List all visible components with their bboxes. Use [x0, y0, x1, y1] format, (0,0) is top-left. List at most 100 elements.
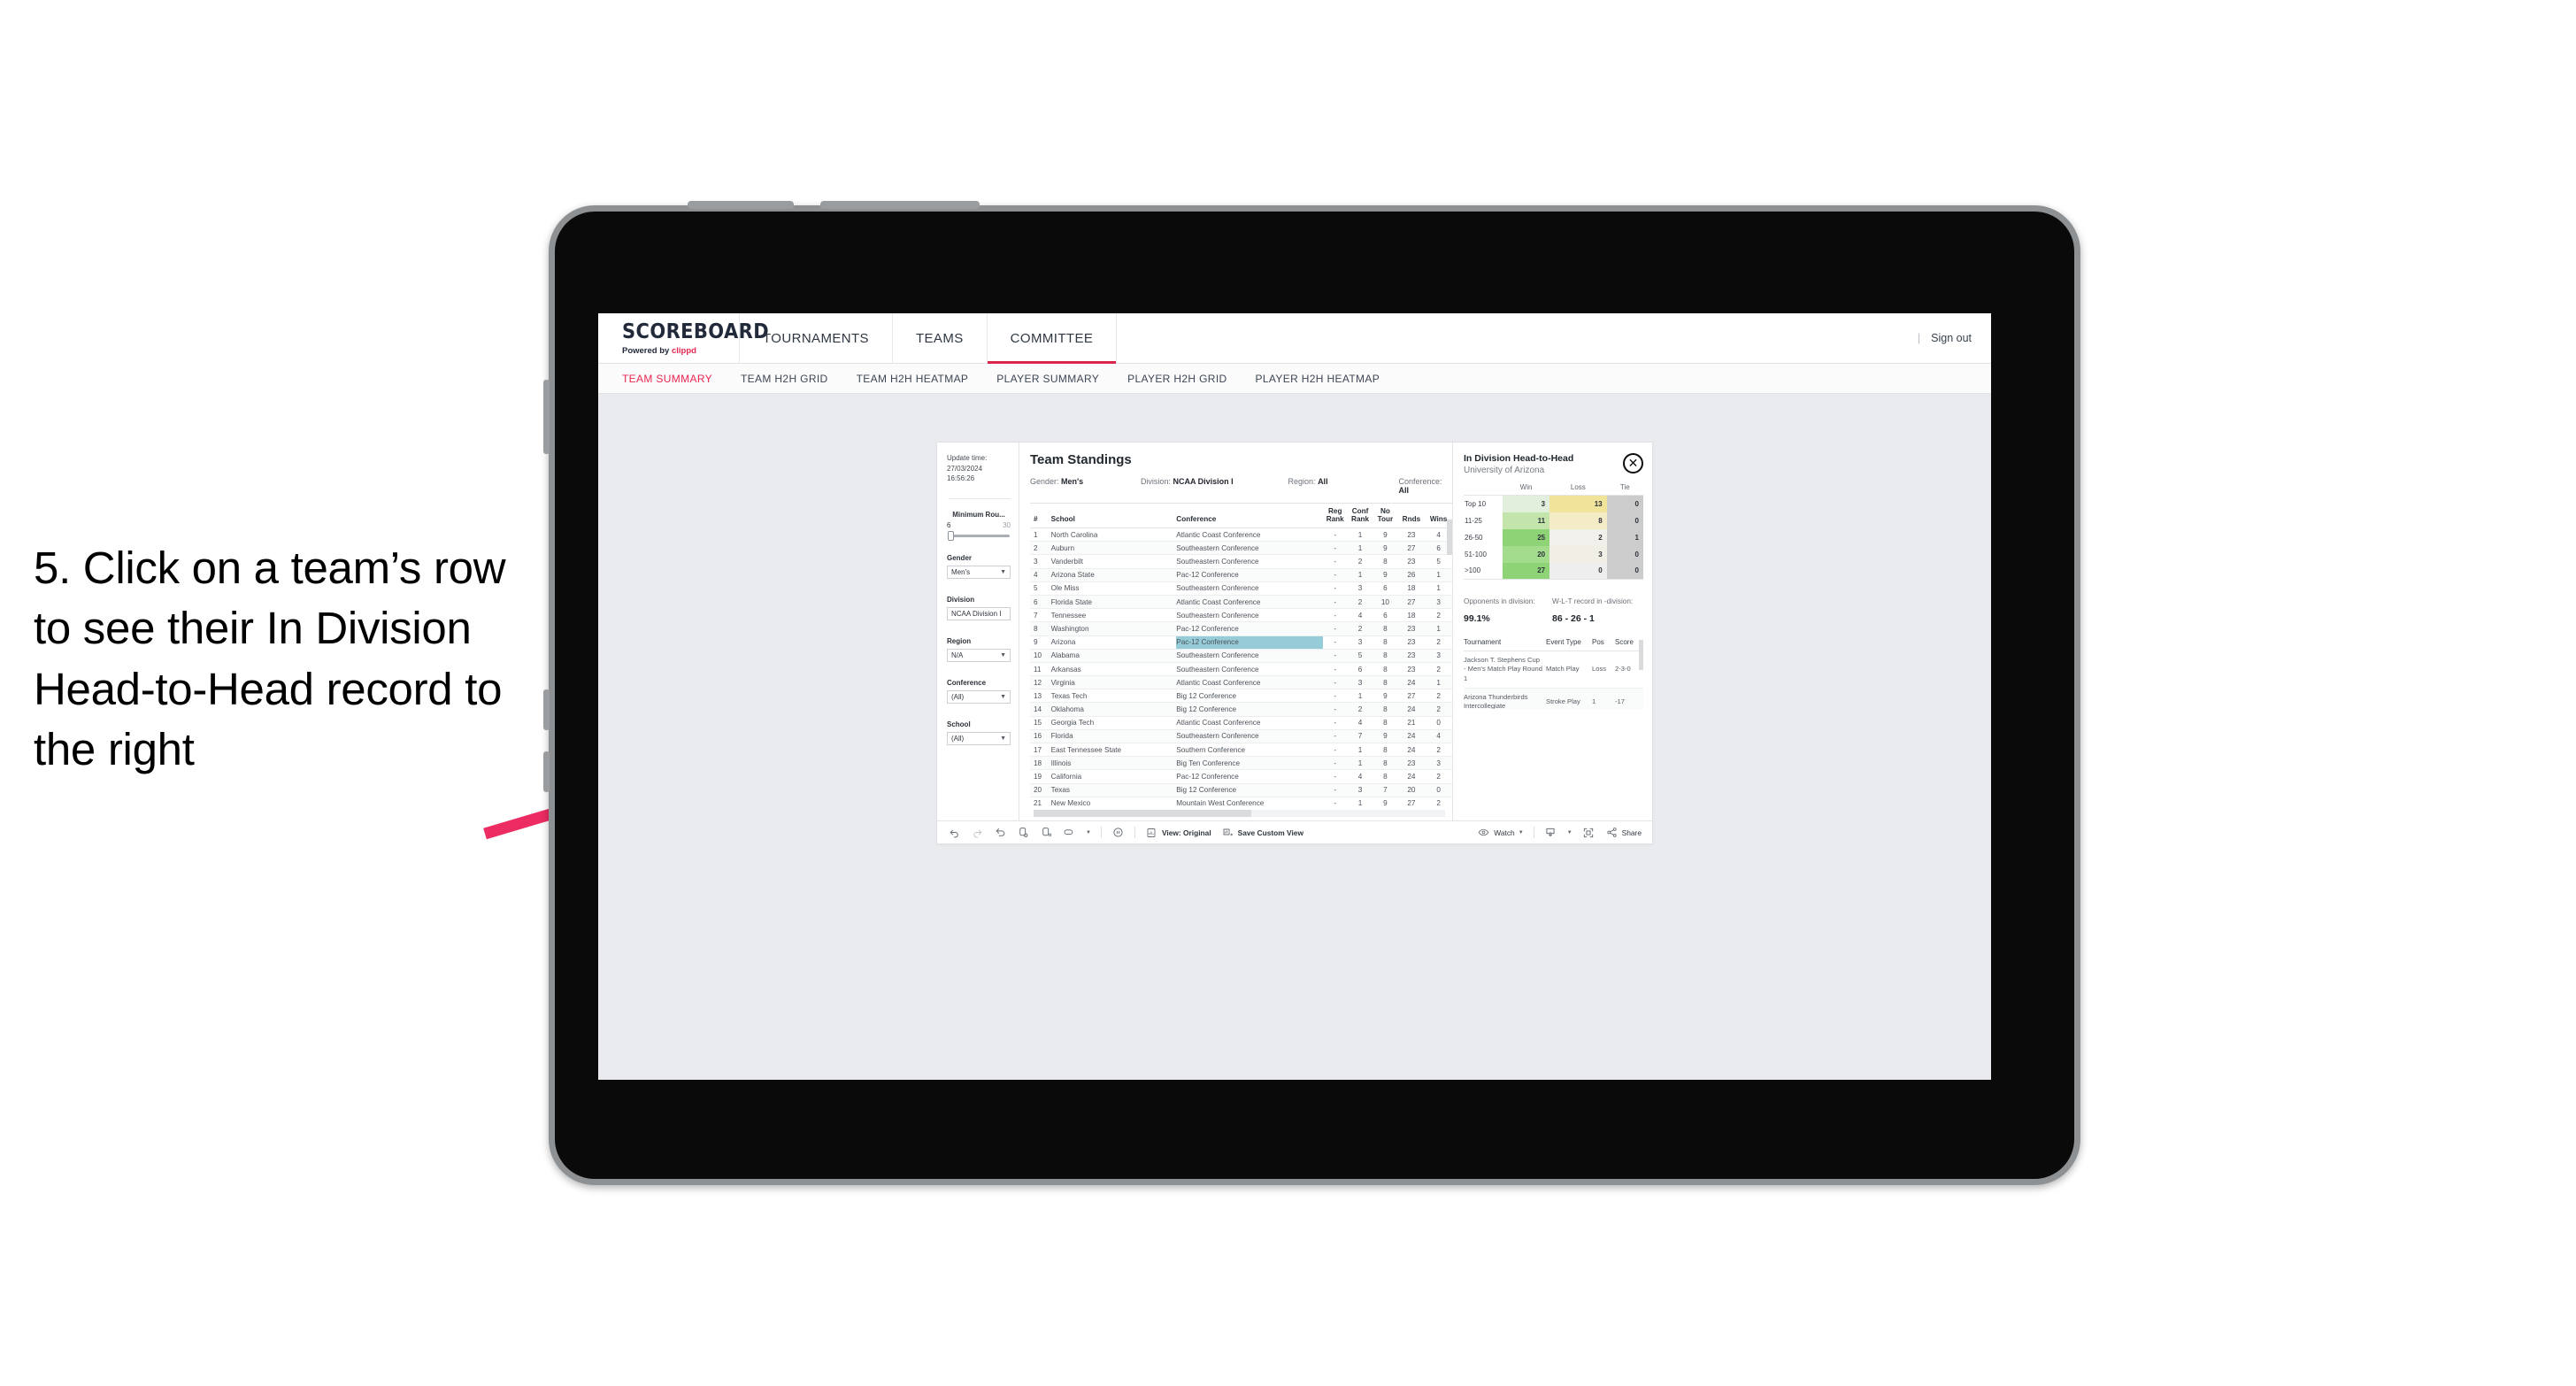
table-row[interactable]: 1 North Carolina Atlantic Coast Conference… — [1030, 527, 1452, 543]
col-rnds[interactable]: Rnds — [1397, 504, 1426, 529]
table-row[interactable]: 6 Florida State Atlantic Coast Conference -… — [1030, 595, 1452, 610]
table-row[interactable]: 7 Tennessee Southeastern Conference -4 6 18 2 — [1030, 608, 1452, 623]
table-row[interactable]: 4 Arizona State Pac-12 Conference -1 9 26 1 — [1030, 568, 1452, 582]
cell-conf-rank: 3 — [1347, 675, 1373, 690]
share-button[interactable]: Share — [1605, 826, 1642, 839]
h2h-col-loss: Loss — [1570, 483, 1586, 491]
nav-tab-tournaments[interactable]: TOURNAMENTS — [740, 313, 893, 363]
cell-conference: Pac-12 Conference — [1176, 568, 1323, 582]
cell-rank: 17 — [1030, 743, 1051, 758]
subtab-team-h2h-grid[interactable]: TEAM H2H GRID — [741, 373, 828, 385]
cell-pos: Loss — [1592, 651, 1615, 689]
scrollbar-thumb[interactable] — [1034, 810, 1252, 817]
undo-icon[interactable] — [948, 826, 961, 839]
filter-division-value: NCAA Division I — [951, 609, 1002, 618]
table-row[interactable]: 2 Auburn Southeastern Conference -1 9 27 6 — [1030, 541, 1452, 556]
tournaments-vertical-scrollbar[interactable] — [1639, 640, 1643, 670]
col-rank[interactable]: # — [1030, 504, 1051, 529]
col-pos[interactable]: Pos — [1592, 638, 1615, 651]
filter-conference-select[interactable]: (All) ▼ — [947, 689, 1011, 704]
cell-conference: Big 12 Conference — [1176, 689, 1323, 704]
subtab-player-h2h-heatmap[interactable]: PLAYER H2H HEATMAP — [1256, 373, 1380, 385]
tablet-device-frame: SCOREBOARD Powered by clippd TOURNAMENTS… — [543, 201, 2080, 1185]
table-row[interactable]: 17 East Tennessee State Southern Conferenc… — [1030, 743, 1452, 758]
tournament-row[interactable]: Arizona Thunderbirds Intercollegiate Stro… — [1464, 688, 1643, 709]
wlt-record-stat: W-L-T record in -division: 86 - 26 - 1 — [1552, 597, 1633, 624]
tournaments-scroll[interactable]: Tournament Event Type Pos Score Jackson … — [1464, 624, 1643, 709]
cell-rnds: 20 — [1397, 783, 1426, 797]
close-icon[interactable]: ✕ — [1623, 453, 1643, 474]
table-row[interactable]: 12 Virginia Atlantic Coast Conference -3 8 24… — [1030, 675, 1452, 690]
slider-handle[interactable] — [948, 530, 954, 541]
cell-school: New Mexico — [1050, 797, 1177, 810]
h2h-row: >100 27 0 0 — [1464, 562, 1643, 580]
subtab-player-summary[interactable]: PLAYER SUMMARY — [996, 373, 1099, 385]
redo-icon[interactable] — [971, 826, 984, 839]
table-row[interactable]: 5 Ole Miss Southeastern Conference -3 6 18 1 — [1030, 581, 1452, 596]
pause-icon[interactable] — [1040, 826, 1053, 839]
filter-region-select[interactable]: N/A ▼ — [947, 648, 1011, 662]
subtab-team-summary[interactable]: TEAM SUMMARY — [622, 373, 712, 385]
col-reg-rank[interactable]: Reg Rank — [1322, 504, 1348, 529]
chevron-down-icon[interactable]: ▼ — [1567, 830, 1573, 835]
fullscreen-icon[interactable] — [1582, 826, 1596, 839]
h2h-col-tie: Tie — [1619, 483, 1630, 491]
table-row[interactable]: 8 Washington Pac-12 Conference -2 8 23 1 — [1030, 621, 1452, 636]
h2h-cell-win: 25 — [1503, 528, 1550, 546]
col-no-tour[interactable]: No Tour — [1373, 504, 1398, 529]
table-row[interactable]: 3 Vanderbilt Southeastern Conference -2 8 23 5 — [1030, 554, 1452, 569]
table-row[interactable]: 10 Alabama Southeastern Conference -5 8 23 3 — [1030, 649, 1452, 663]
col-school[interactable]: School — [1050, 504, 1177, 529]
table-row[interactable]: 15 Georgia Tech Atlantic Coast Conference -… — [1030, 716, 1452, 730]
col-conf-rank[interactable]: Conf Rank — [1347, 504, 1373, 529]
cell-conf-rank: 2 — [1347, 554, 1373, 569]
nav-tab-teams[interactable]: TEAMS — [893, 313, 988, 363]
watch-button[interactable]: Watch ▼ — [1477, 826, 1524, 839]
scoreboard-logo[interactable]: SCOREBOARD Powered by clippd — [598, 313, 769, 363]
filter-gender-select[interactable]: Men's ▼ — [947, 565, 1011, 579]
pause-playback-icon[interactable] — [1111, 826, 1125, 839]
table-row[interactable]: 13 Texas Tech Big 12 Conference -1 9 27 2 — [1030, 689, 1452, 704]
table-row[interactable]: 14 Oklahoma Big 12 Conference -2 8 24 2 — [1030, 702, 1452, 717]
save-custom-view-button[interactable]: Save Custom View — [1221, 826, 1303, 839]
minimum-rounds-slider[interactable] — [948, 530, 1010, 541]
cell-rank: 8 — [1030, 621, 1051, 636]
table-row[interactable]: 21 New Mexico Mountain West Conference -1 9 2… — [1030, 797, 1452, 810]
h2h-cell-loss: 8 — [1549, 512, 1607, 529]
cell-reg-rank: - — [1322, 662, 1348, 677]
chevron-down-icon[interactable]: ▼ — [1086, 830, 1091, 835]
cell-school: Florida State — [1050, 595, 1177, 610]
standings-horizontal-scrollbar[interactable] — [1034, 810, 1445, 817]
download-icon[interactable] — [1544, 826, 1557, 839]
cell-no-tour: 9 — [1373, 568, 1398, 582]
table-row[interactable]: 16 Florida Southeastern Conference -7 9 24 4 — [1030, 729, 1452, 744]
table-row[interactable]: 19 California Pac-12 Conference -4 8 24 2 — [1030, 769, 1452, 784]
table-row[interactable]: 18 Illinois Big Ten Conference -1 8 23 3 — [1030, 756, 1452, 771]
sign-out-link[interactable]: Sign out — [1931, 332, 1972, 344]
tournament-row[interactable]: Jackson T. Stephens Cup - Men’s Match Pl… — [1464, 651, 1643, 689]
cell-wins: 3 — [1425, 595, 1452, 610]
subtab-team-h2h-heatmap[interactable]: TEAM H2H HEATMAP — [857, 373, 969, 385]
table-row[interactable]: 11 Arkansas Southeastern Conference -6 8 23 2 — [1030, 662, 1452, 677]
opponents-in-division-stat: Opponents in division: 99.1% — [1464, 597, 1552, 624]
cell-rank: 20 — [1030, 783, 1051, 797]
standings-table-scroll[interactable]: # School Conference Reg Rank Conf Rank No T… — [1030, 503, 1452, 810]
table-row[interactable]: 20 Texas Big 12 Conference -3 7 20 0 — [1030, 783, 1452, 797]
col-reg-rank-line2: Rank — [1326, 515, 1344, 524]
col-conference[interactable]: Conference — [1176, 504, 1323, 529]
cell-conf-rank: 1 — [1347, 689, 1373, 704]
standings-vertical-scrollbar[interactable] — [1447, 520, 1452, 555]
refresh-icon[interactable] — [1017, 826, 1030, 839]
view-original-button[interactable]: View: Original — [1145, 826, 1211, 839]
revert-icon[interactable] — [994, 826, 1007, 839]
subtab-player-h2h-grid[interactable]: PLAYER H2H GRID — [1127, 373, 1226, 385]
col-event-type[interactable]: Event Type — [1546, 638, 1592, 651]
nav-tab-committee[interactable]: COMMITTEE — [987, 313, 1118, 364]
cell-conf-rank: 2 — [1347, 595, 1373, 610]
col-tournament[interactable]: Tournament — [1464, 638, 1546, 651]
filter-school-select[interactable]: (All) ▼ — [947, 731, 1011, 745]
cell-tournament-name: Jackson T. Stephens Cup - Men’s Match Pl… — [1464, 651, 1546, 689]
table-row[interactable]: 9 Arizona Pac-12 Conference -3 8 23 2 — [1030, 635, 1452, 650]
filter-division-select[interactable]: NCAA Division I — [947, 606, 1011, 620]
presentation-icon[interactable] — [1063, 826, 1076, 839]
